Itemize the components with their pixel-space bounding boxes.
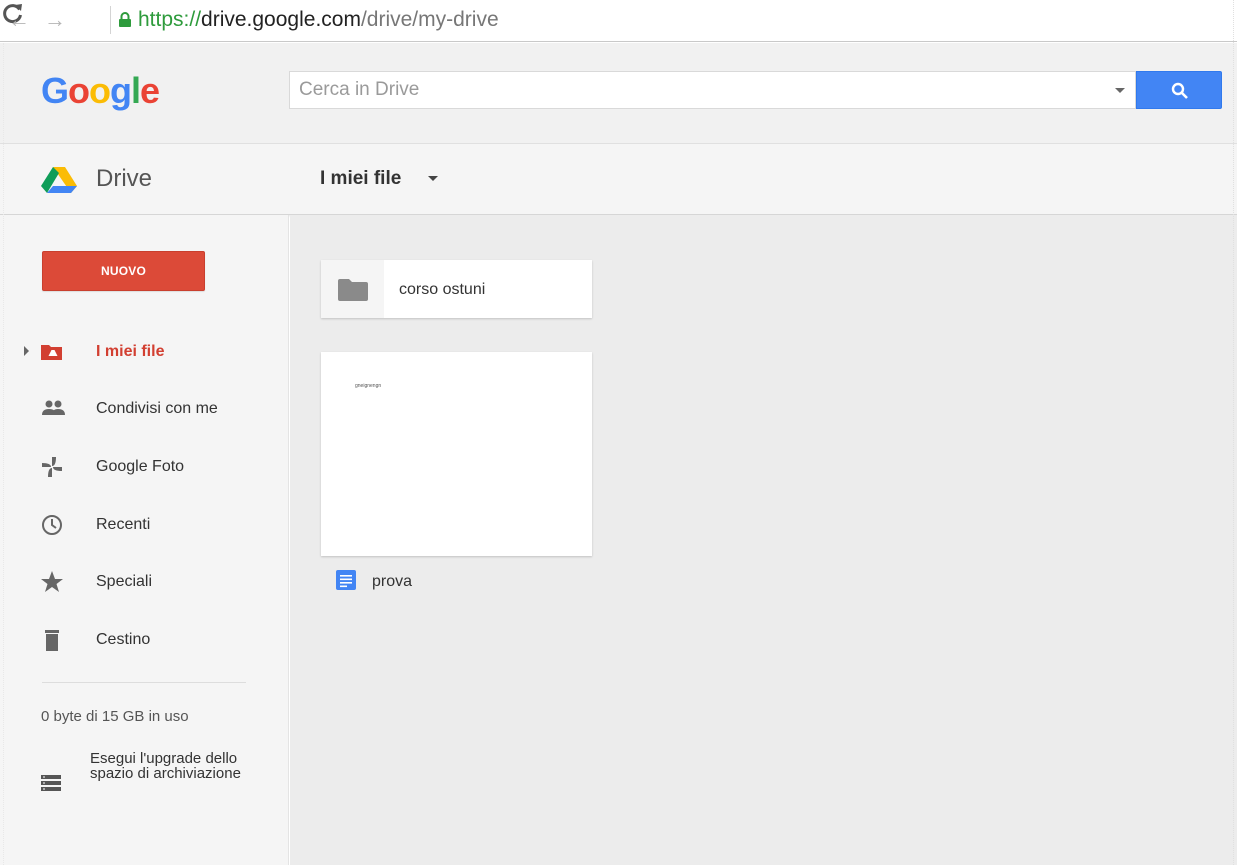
- screenshot-edge: [1233, 0, 1237, 865]
- drive-title[interactable]: Drive: [96, 164, 152, 194]
- sidebar-item-label: Recenti: [96, 516, 151, 533]
- upgrade-storage-label: Esegui l'upgrade dello spazio di archivi…: [90, 750, 241, 782]
- sidebar-item-label: Condivisi con me: [96, 400, 218, 417]
- chevron-down-icon[interactable]: [428, 176, 438, 181]
- address-bar-url[interactable]: https://drive.google.com/drive/my-drive: [138, 8, 499, 32]
- sidebar-item-label: Google Foto: [96, 458, 185, 475]
- browser-toolbar: ← → https://drive.google.com/drive/my-dr…: [0, 0, 1237, 42]
- file-thumbnail[interactable]: gneignengn: [321, 352, 592, 556]
- file-preview-text: gneignengn: [355, 383, 382, 389]
- google-header: Google: [0, 43, 1237, 144]
- sidebar-item-label: I miei file: [96, 343, 165, 360]
- my-drive-folder-icon: [40, 340, 66, 364]
- star-icon: [40, 570, 66, 594]
- logo-letter: o: [68, 70, 90, 111]
- lock-icon: [118, 12, 132, 28]
- logo-letter: e: [140, 70, 160, 111]
- sidebar-item-shared[interactable]: Condivisi con me: [0, 389, 289, 429]
- url-host: drive.google.com: [201, 8, 361, 31]
- sidebar: NUOVO I miei file Condivisi con me Googl…: [0, 215, 289, 865]
- sidebar-item-starred[interactable]: Speciali: [0, 562, 289, 602]
- search-button[interactable]: [1136, 71, 1222, 109]
- sidebar-item-photos[interactable]: Google Foto: [0, 447, 289, 487]
- photos-pinwheel-icon: [40, 455, 66, 479]
- logo-letter: G: [41, 70, 69, 111]
- arrow-right-icon[interactable]: →: [44, 8, 66, 32]
- people-icon: [40, 397, 66, 421]
- expand-arrow-icon[interactable]: [24, 346, 29, 356]
- new-button[interactable]: NUOVO: [42, 251, 205, 291]
- screenshot-edge: [0, 43, 4, 865]
- sidebar-item-label: Speciali: [96, 573, 153, 590]
- search-input[interactable]: [290, 72, 1090, 108]
- sidebar-item-my-drive[interactable]: I miei file: [0, 332, 289, 372]
- search-options-caret-icon[interactable]: [1115, 88, 1125, 93]
- sidebar-item-label: Cestino: [96, 631, 151, 648]
- sidebar-divider: [42, 682, 246, 683]
- url-path: /drive/my-drive: [360, 8, 499, 31]
- search-box: [289, 71, 1136, 109]
- url-scheme: https://: [138, 8, 202, 31]
- arrow-left-icon[interactable]: ←: [8, 8, 30, 32]
- file-name[interactable]: prova: [372, 572, 412, 592]
- folder-icon-area: [321, 260, 384, 318]
- folder-name: corso ostuni: [399, 281, 486, 298]
- file-browser: corso ostuni gneignengn prova: [290, 215, 1237, 865]
- sidebar-item-trash[interactable]: Cestino: [0, 620, 289, 660]
- address-bar-separator: [110, 6, 111, 34]
- trash-icon: [40, 628, 66, 652]
- logo-letter: o: [89, 70, 111, 111]
- clock-icon: [40, 513, 66, 537]
- upgrade-storage-link[interactable]: Esegui l'upgrade dello spazio di archivi…: [40, 751, 250, 811]
- folder-item[interactable]: corso ostuni: [321, 260, 592, 318]
- docs-icon: [336, 570, 356, 595]
- drive-appbar: Drive I miei file: [0, 144, 1237, 215]
- storage-usage-text: 0 byte di 15 GB in uso: [41, 708, 189, 725]
- storage-list-icon: [40, 773, 62, 793]
- drive-logo-icon[interactable]: [41, 167, 77, 198]
- sidebar-item-recent[interactable]: Recenti: [0, 505, 289, 545]
- logo-letter: l: [131, 70, 141, 111]
- folder-icon: [338, 279, 368, 301]
- google-logo[interactable]: Google: [41, 70, 160, 111]
- search-icon: [1171, 82, 1188, 99]
- my-drive-menu[interactable]: I miei file: [320, 166, 401, 192]
- logo-letter: g: [110, 70, 132, 111]
